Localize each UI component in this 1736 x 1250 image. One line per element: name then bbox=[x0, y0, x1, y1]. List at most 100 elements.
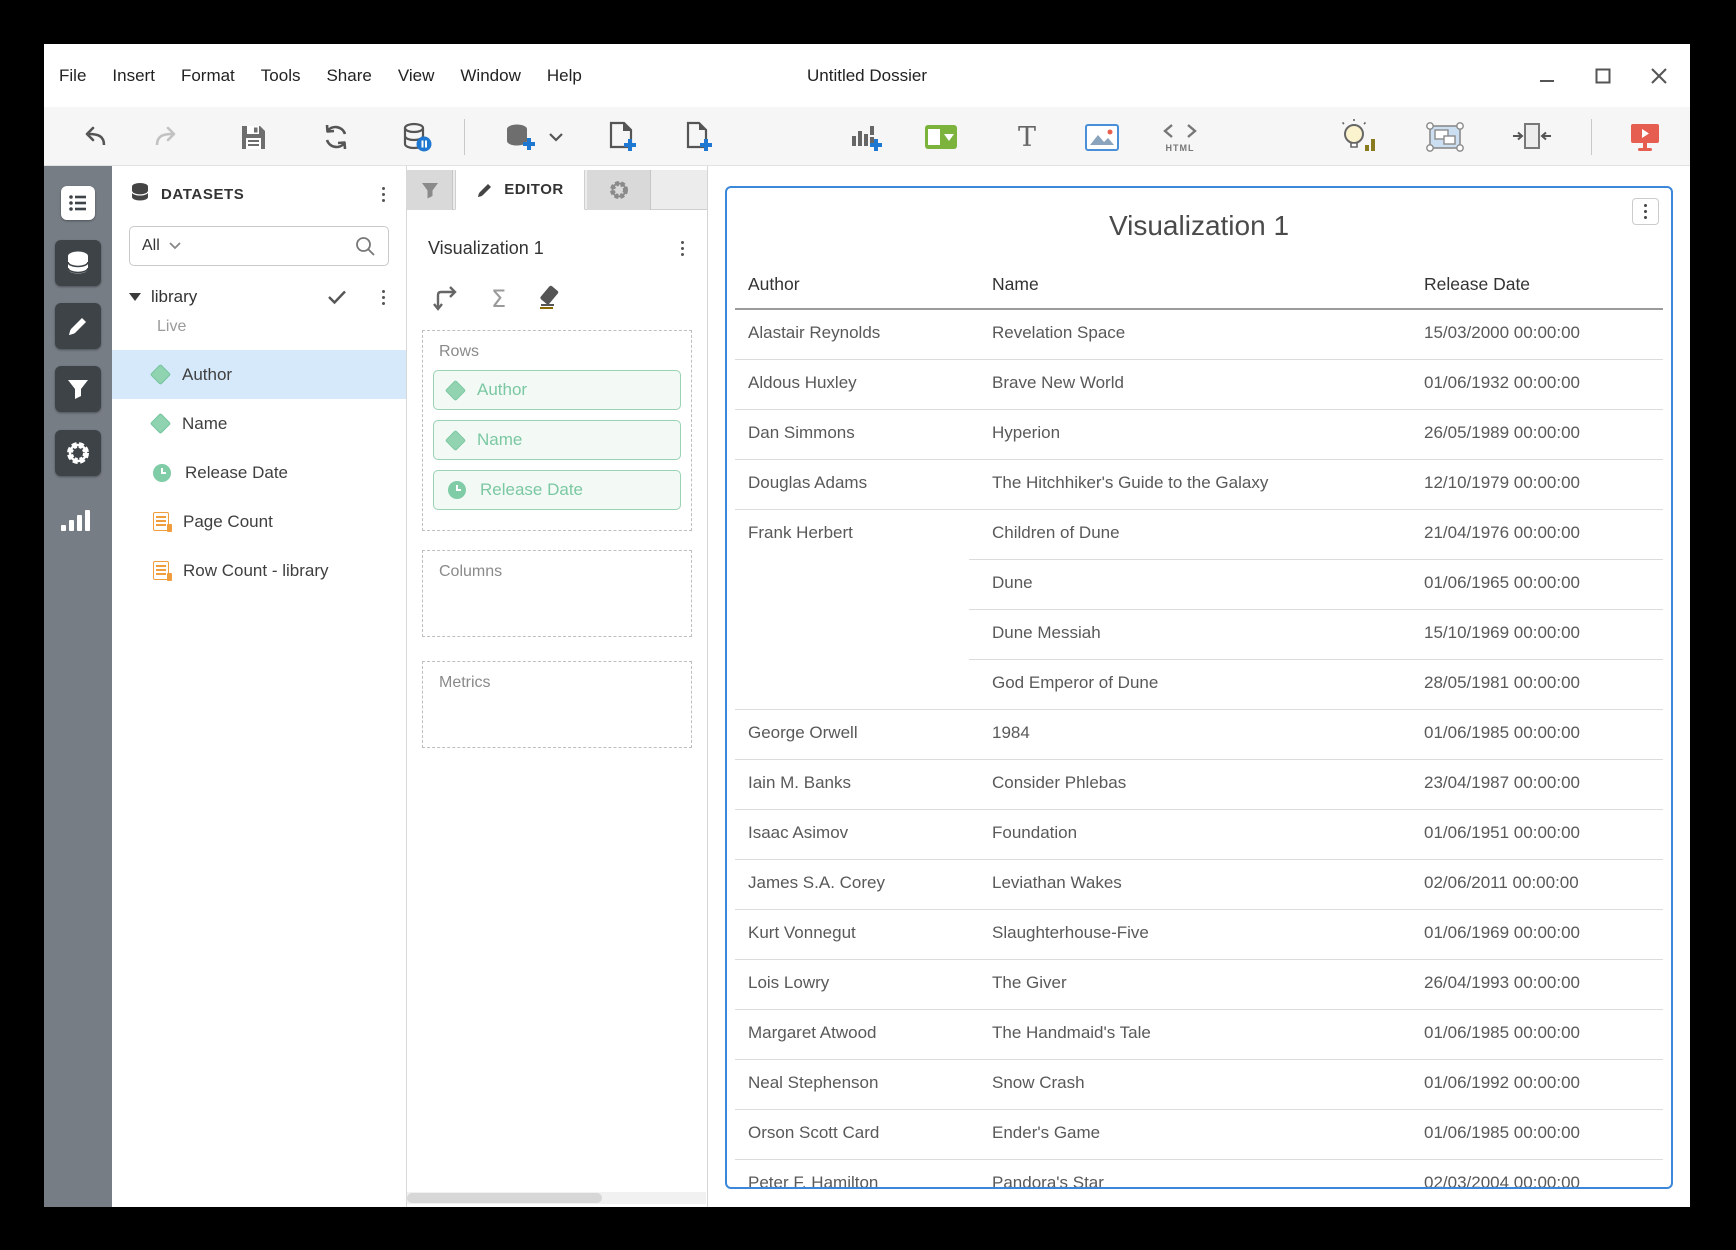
datasets-menu-icon[interactable] bbox=[372, 183, 394, 205]
add-image-icon[interactable] bbox=[1082, 117, 1122, 157]
horizontal-scrollbar[interactable] bbox=[407, 1192, 706, 1204]
save-icon[interactable] bbox=[233, 117, 273, 157]
table-row[interactable]: George Orwell198401/06/1985 00:00:00 bbox=[727, 710, 1671, 760]
cell-name: Foundation bbox=[992, 823, 1077, 843]
tab-settings[interactable] bbox=[587, 170, 651, 210]
editor-panel: EDITOR Visualization 1 Σ Rows AuthorName… bbox=[407, 166, 708, 1207]
free-form-canvas-icon[interactable] bbox=[1425, 117, 1465, 157]
refresh-icon[interactable] bbox=[316, 117, 356, 157]
dataset-field-name[interactable]: Name bbox=[112, 399, 406, 448]
menu-bar: FileInsertFormatToolsShareViewWindowHelp… bbox=[44, 44, 1690, 107]
add-data-icon[interactable] bbox=[500, 117, 540, 157]
metrics-drop-zone[interactable]: Metrics bbox=[422, 661, 692, 748]
visualization-options-button[interactable] bbox=[1632, 198, 1659, 225]
add-data-chevron-icon[interactable] bbox=[536, 117, 576, 157]
dataset-field-author[interactable]: Author bbox=[112, 350, 406, 399]
search-icon[interactable] bbox=[354, 235, 376, 257]
tab-filter[interactable] bbox=[407, 170, 453, 210]
rows-drop-zone[interactable]: Rows AuthorNameRelease Date bbox=[422, 330, 692, 531]
minimize-button[interactable] bbox=[1532, 61, 1562, 91]
filter-panel-button[interactable] bbox=[55, 366, 101, 412]
datasets-icon bbox=[129, 181, 151, 208]
table-row[interactable]: Douglas AdamsThe Hitchhiker's Guide to t… bbox=[727, 460, 1671, 510]
table-row[interactable]: Dune01/06/1965 00:00:00 bbox=[727, 560, 1671, 610]
dataset-name[interactable]: library bbox=[151, 287, 326, 307]
present-icon[interactable] bbox=[1625, 117, 1665, 157]
swap-axes-icon[interactable] bbox=[431, 283, 461, 316]
table-row[interactable]: Margaret AtwoodThe Handmaid's Tale01/06/… bbox=[727, 1010, 1671, 1060]
contents-panel-button[interactable] bbox=[61, 186, 95, 220]
undo-icon[interactable] bbox=[74, 117, 114, 157]
table-row[interactable]: Peter F. HamiltonPandora's Star02/03/200… bbox=[727, 1160, 1671, 1189]
cell-release-date: 01/06/1985 00:00:00 bbox=[1424, 1123, 1580, 1143]
close-button[interactable] bbox=[1644, 61, 1674, 91]
new-chapter-icon[interactable] bbox=[602, 117, 642, 157]
dataset-library-row[interactable]: library bbox=[129, 282, 394, 312]
edit-dossier-button[interactable] bbox=[55, 303, 101, 349]
table-row[interactable]: James S.A. CoreyLeviathan Wakes02/06/201… bbox=[727, 860, 1671, 910]
table-row[interactable]: Frank HerbertChildren of Dune21/04/1976 … bbox=[727, 510, 1671, 560]
column-header-name[interactable]: Name bbox=[992, 274, 1039, 295]
html-label: HTML bbox=[1160, 144, 1200, 152]
chart-rail-icon[interactable] bbox=[61, 510, 90, 531]
table-row[interactable]: Lois LowryThe Giver26/04/1993 00:00:00 bbox=[727, 960, 1671, 1010]
table-row[interactable]: Aldous HuxleyBrave New World01/06/1932 0… bbox=[727, 360, 1671, 410]
dataset-field-row-count-library[interactable]: Row Count - library bbox=[112, 546, 406, 595]
columns-drop-zone[interactable]: Columns bbox=[422, 550, 692, 637]
settings-panel-button[interactable] bbox=[55, 430, 101, 476]
maximize-button[interactable] bbox=[1588, 61, 1618, 91]
table-row[interactable]: Dune Messiah15/10/1969 00:00:00 bbox=[727, 610, 1671, 660]
rows-chip-author[interactable]: Author bbox=[433, 370, 681, 410]
add-html-icon[interactable]: HTML bbox=[1160, 117, 1200, 157]
cell-name: Ender's Game bbox=[992, 1123, 1100, 1143]
pause-all-datasets-icon[interactable] bbox=[397, 117, 437, 157]
column-header-author[interactable]: Author bbox=[748, 274, 800, 295]
cell-name: Consider Phlebas bbox=[992, 773, 1126, 793]
table-row[interactable]: Alastair ReynoldsRevelation Space15/03/2… bbox=[727, 310, 1671, 360]
cell-release-date: 15/03/2000 00:00:00 bbox=[1424, 323, 1580, 343]
cell-release-date: 01/06/1951 00:00:00 bbox=[1424, 823, 1580, 843]
column-header-release-date[interactable]: Release Date bbox=[1424, 274, 1530, 295]
dataset-field-label: Name bbox=[182, 414, 227, 434]
table-row[interactable]: Kurt VonnegutSlaughterhouse-Five01/06/19… bbox=[727, 910, 1671, 960]
eraser-icon[interactable] bbox=[536, 283, 566, 316]
rows-chip-name[interactable]: Name bbox=[433, 420, 681, 460]
expand-collapse-icon[interactable] bbox=[129, 293, 141, 301]
add-selector-icon[interactable] bbox=[921, 117, 961, 157]
datasets-panel-button[interactable] bbox=[55, 240, 101, 286]
table-row[interactable]: God Emperor of Dune28/05/1981 00:00:00 bbox=[727, 660, 1671, 710]
table-row[interactable]: Dan SimmonsHyperion26/05/1989 00:00:00 bbox=[727, 410, 1671, 460]
sigma-icon[interactable]: Σ bbox=[491, 285, 506, 313]
redo-icon[interactable] bbox=[147, 117, 187, 157]
table-row[interactable]: Isaac Asimov Foundation 01/06/1951 00:00:0… bbox=[727, 810, 1671, 860]
dataset-filter-dropdown[interactable]: All bbox=[142, 237, 160, 255]
visualization-title: Visualization 1 bbox=[727, 210, 1671, 242]
fit-to-window-icon[interactable] bbox=[1512, 117, 1552, 157]
dataset-menu-icon[interactable] bbox=[372, 286, 394, 308]
gear-icon bbox=[608, 179, 630, 201]
dataset-search-box[interactable]: All bbox=[129, 226, 389, 266]
cell-release-date: 01/06/1985 00:00:00 bbox=[1424, 1023, 1580, 1043]
insights-icon[interactable] bbox=[1338, 117, 1378, 157]
visualization-menu-icon[interactable] bbox=[671, 237, 693, 259]
rows-chip-release-date[interactable]: Release Date bbox=[433, 470, 681, 510]
cell-author: Margaret Atwood bbox=[748, 1023, 877, 1043]
table-row[interactable]: Iain M. BanksConsider Phlebas23/04/1987 … bbox=[727, 760, 1671, 810]
metric-icon bbox=[153, 561, 169, 580]
cell-release-date: 01/06/1932 00:00:00 bbox=[1424, 373, 1580, 393]
add-visualization-icon[interactable] bbox=[846, 117, 886, 157]
add-text-icon[interactable]: T bbox=[1007, 117, 1047, 157]
dataset-field-page-count[interactable]: Page Count bbox=[112, 497, 406, 546]
visualization-container[interactable]: Visualization 1 Author Name Release Date… bbox=[725, 186, 1673, 1189]
tab-editor[interactable]: EDITOR bbox=[455, 170, 585, 210]
new-page-icon[interactable] bbox=[678, 117, 718, 157]
chip-label: Name bbox=[477, 430, 522, 450]
cell-author: Aldous Huxley bbox=[748, 373, 857, 393]
dataset-field-release-date[interactable]: Release Date bbox=[112, 448, 406, 497]
cell-name: Snow Crash bbox=[992, 1073, 1085, 1093]
cell-author: Isaac Asimov bbox=[748, 823, 848, 843]
table-row[interactable]: Neal StephensonSnow Crash01/06/1992 00:0… bbox=[727, 1060, 1671, 1110]
table-row[interactable]: Orson Scott CardEnder's Game01/06/1985 0… bbox=[727, 1110, 1671, 1160]
scrollbar-thumb[interactable] bbox=[407, 1193, 602, 1203]
attribute-diamond-icon bbox=[150, 364, 171, 385]
